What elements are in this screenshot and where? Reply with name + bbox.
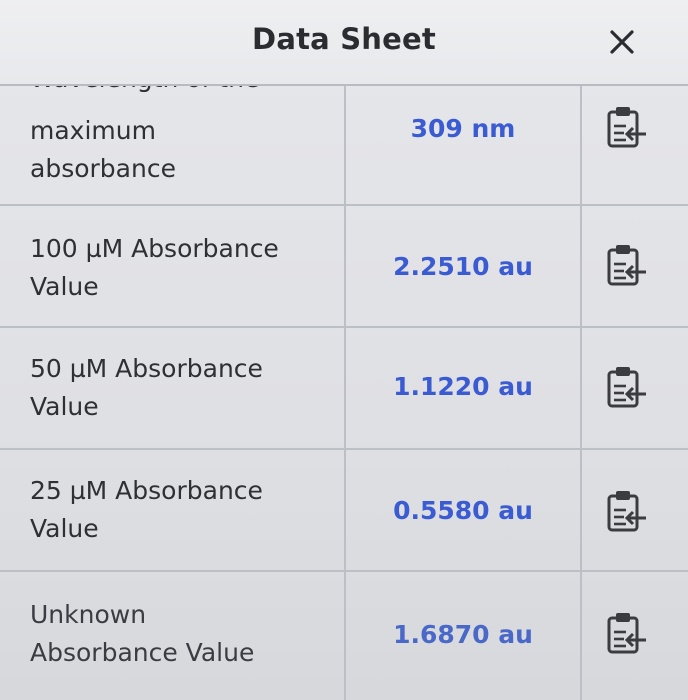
column-divider: [580, 84, 582, 700]
copy-button[interactable]: [600, 362, 652, 414]
close-button[interactable]: [602, 22, 642, 62]
row-label-line: 25 µM Absorbance: [30, 476, 263, 505]
row-value: 0.5580 au: [393, 496, 533, 525]
copy-to-clipboard-icon: [607, 613, 646, 654]
clipped-label-fragment: Wavelength of the: [30, 84, 290, 98]
copy-to-clipboard-icon: [607, 491, 646, 532]
copy-to-clipboard-icon: [607, 245, 646, 286]
row-label-line: 50 µM Absorbance: [30, 354, 263, 383]
copy-button[interactable]: [600, 102, 652, 154]
row-label: maximum absorbance: [30, 112, 330, 188]
row-value: 2.2510 au: [393, 252, 533, 281]
row-label: Unknown Absorbance Value: [30, 596, 330, 672]
copy-button[interactable]: [600, 486, 652, 538]
row-label-line: 100 µM Absorbance: [30, 234, 279, 263]
row-label-line: Unknown: [30, 600, 147, 629]
row-label-line: maximum: [30, 116, 156, 145]
row-label-line: absorbance: [30, 154, 176, 183]
copy-button[interactable]: [600, 608, 652, 660]
data-sheet-panel: Data Sheet Wavelength of the maximum abs…: [0, 0, 688, 700]
column-divider: [344, 84, 346, 700]
row-label-line: Value: [30, 392, 99, 421]
page-title: Data Sheet: [252, 22, 436, 56]
clipped-label-text: Wavelength of the: [30, 84, 259, 98]
row-label-line: Absorbance Value: [30, 638, 255, 667]
row-label-line: Value: [30, 272, 99, 301]
copy-to-clipboard-icon: [607, 367, 646, 408]
row-value: 1.6870 au: [393, 620, 533, 649]
copy-button[interactable]: [600, 240, 652, 292]
row-label-line: Value: [30, 514, 99, 543]
row-label: 50 µM Absorbance Value: [30, 350, 330, 426]
row-value: 1.1220 au: [393, 372, 533, 401]
copy-to-clipboard-icon: [607, 107, 646, 148]
row-value: 309 nm: [410, 114, 516, 143]
close-icon: [610, 30, 634, 54]
row-label: 25 µM Absorbance Value: [30, 472, 330, 548]
row-label: 100 µM Absorbance Value: [30, 230, 330, 306]
data-sheet-header: Data Sheet: [0, 0, 688, 86]
